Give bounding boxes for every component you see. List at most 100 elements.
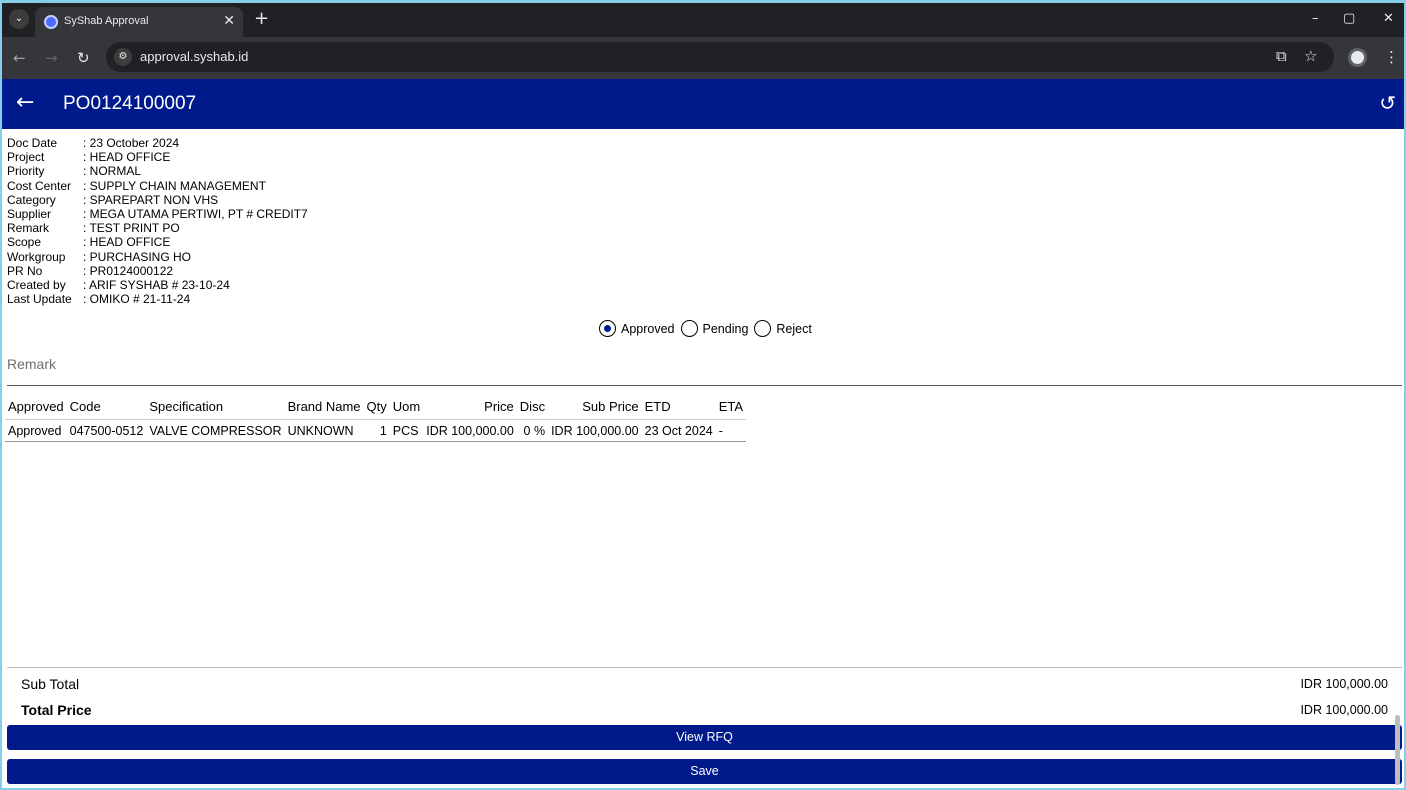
open-external-icon[interactable]: ⧉: [1276, 47, 1287, 65]
column-header: Sub Price: [548, 397, 642, 420]
url-text: approval.syshab.id: [140, 49, 249, 64]
radio-circle-icon[interactable]: [599, 320, 616, 337]
total-price-value: IDR 100,000.00: [1300, 703, 1388, 717]
radio-circle-icon[interactable]: [754, 320, 772, 337]
table-header-row: Approved Code Specification Brand Name Qty Uo…: [5, 397, 747, 420]
info-row: Last Update : OMIKO # 21-11-24: [7, 292, 308, 306]
info-value: : PR0124000122: [83, 263, 174, 278]
app-header: ← PO0124100007 ↺: [2, 79, 1404, 129]
table-cell: IDR 100,000.00: [548, 419, 642, 442]
table-cell: Approved: [5, 419, 67, 442]
close-window-icon[interactable]: ✕: [1383, 11, 1394, 26]
scrollbar-thumb[interactable]: [1395, 715, 1400, 785]
info-value: : ARIF SYSHAB # 23-10-24: [83, 278, 230, 293]
info-row: Supplier : MEGA UTAMA PERTIWI, PT # CREDI…: [7, 207, 308, 221]
info-label: Scope: [7, 235, 42, 250]
radio-pending[interactable]: Pending: [680, 320, 749, 337]
table-cell: 23 Oct 2024: [641, 419, 716, 442]
close-tab-icon[interactable]: ✕: [223, 13, 235, 29]
info-label: Cost Center: [7, 178, 72, 193]
maximize-icon[interactable]: ▢: [1343, 11, 1355, 26]
forward-nav-icon[interactable]: →: [45, 49, 58, 67]
info-label: Supplier: [7, 207, 52, 222]
table-cell: 1: [363, 419, 390, 442]
info-row: Created by : ARIF SYSHAB # 23-10-24: [7, 278, 308, 292]
info-label: Created by: [7, 278, 66, 293]
sub-total-label: Sub Total: [21, 676, 80, 692]
more-menu-icon[interactable]: ⋮: [1384, 48, 1399, 66]
arrow-left-icon[interactable]: ←: [16, 90, 34, 115]
address-toolbar: ← → ↻ ⚙ approval.syshab.id ⧉ ☆ ⋮: [2, 37, 1404, 79]
info-value: : HEAD OFFICE: [83, 150, 171, 165]
column-header: Uom: [389, 397, 424, 420]
info-label: Remark: [7, 221, 50, 236]
profile-avatar[interactable]: [1348, 48, 1367, 67]
table-cell: VALVE COMPRESSOR: [146, 419, 285, 442]
table-cell: IDR 100,000.00: [423, 419, 517, 442]
table-row[interactable]: Approved 047500-0512 VALVE COMPRESSOR UNKNO…: [5, 419, 747, 442]
browser-tab[interactable]: SyShab Approval ✕: [35, 7, 243, 37]
info-value: : MEGA UTAMA PERTIWI, PT # CREDIT7: [83, 207, 308, 222]
column-header: Specification: [146, 397, 285, 420]
page-title: PO0124100007: [63, 93, 197, 114]
approval-status-group: Approved Pending Reject: [599, 320, 818, 337]
remark-input[interactable]: Remark: [7, 356, 56, 372]
column-header: Brand Name: [284, 397, 364, 420]
minimize-icon[interactable]: –: [1312, 11, 1319, 26]
info-row: Scope : HEAD OFFICE: [7, 235, 308, 249]
column-header: Disc: [516, 397, 549, 420]
info-row: Project : HEAD OFFICE: [7, 150, 308, 164]
chevron-down-icon[interactable]: ⌄: [9, 9, 29, 29]
table-cell: -: [715, 419, 747, 442]
info-value: : TEST PRINT PO: [83, 221, 180, 236]
address-bar[interactable]: ⚙ approval.syshab.id ⧉ ☆: [106, 42, 1334, 72]
sub-total-value: IDR 100,000.00: [1300, 677, 1388, 691]
radio-circle-icon[interactable]: [680, 320, 698, 337]
radio-label: Approved: [621, 321, 675, 336]
info-value: : HEAD OFFICE: [83, 235, 171, 250]
info-value: : OMIKO # 21-11-24: [83, 292, 191, 307]
back-nav-icon[interactable]: ←: [13, 49, 26, 67]
info-label: Doc Date: [7, 136, 58, 150]
total-price-label: Total Price: [21, 702, 92, 718]
column-header: ETA: [715, 397, 747, 420]
radio-approved[interactable]: Approved: [599, 320, 675, 337]
new-tab-icon[interactable]: +: [254, 8, 269, 29]
column-header: Qty: [363, 397, 390, 420]
info-row: Priority : NORMAL: [7, 164, 308, 178]
column-header: Price: [423, 397, 517, 420]
bookmark-star-icon[interactable]: ☆: [1304, 47, 1317, 65]
info-label: Workgroup: [7, 249, 66, 264]
info-row: PR No : PR0124000122: [7, 264, 308, 278]
history-icon[interactable]: ↺: [1379, 91, 1396, 115]
remark-underline: [7, 385, 1402, 386]
site-favicon-icon: [44, 15, 58, 29]
tab-strip: ⌄ SyShab Approval ✕ + – ▢ ✕: [2, 3, 1404, 37]
info-label: Priority: [7, 164, 45, 179]
info-row: Doc Date : 23 October 2024: [7, 136, 308, 150]
info-value: : 23 October 2024: [83, 136, 180, 150]
info-value: : NORMAL: [83, 164, 142, 179]
column-header: ETD: [641, 397, 716, 420]
info-label: Project: [7, 150, 45, 165]
radio-label: Pending: [702, 321, 749, 336]
info-label: Category: [7, 192, 56, 207]
items-table: Approved Code Specification Brand Name Qty Uo…: [5, 397, 747, 442]
radio-reject[interactable]: Reject: [754, 320, 812, 337]
info-value: : SUPPLY CHAIN MANAGEMENT: [83, 178, 266, 193]
table-cell: 047500-0512: [66, 419, 147, 442]
tab-title: SyShab Approval: [64, 15, 149, 27]
browser-window: ⌄ SyShab Approval ✕ + – ▢ ✕ ← → ↻ ⚙ appr…: [2, 3, 1404, 788]
info-row: Remark : TEST PRINT PO: [7, 221, 308, 235]
info-row: Cost Center : SUPPLY CHAIN MANAGEMENT: [7, 179, 308, 193]
reload-icon[interactable]: ↻: [77, 49, 90, 67]
info-label: Last Update: [7, 292, 72, 307]
site-settings-icon[interactable]: ⚙: [114, 48, 132, 66]
table-cell: 0 %: [516, 419, 549, 442]
table-cell: PCS: [389, 419, 424, 442]
save-button[interactable]: Save: [7, 759, 1402, 784]
column-header: Approved: [5, 397, 67, 420]
view-rfq-button[interactable]: View RFQ: [7, 725, 1402, 750]
info-row: Category: SPAREPART NON VHS: [7, 193, 308, 207]
info-label: PR No: [7, 263, 43, 278]
